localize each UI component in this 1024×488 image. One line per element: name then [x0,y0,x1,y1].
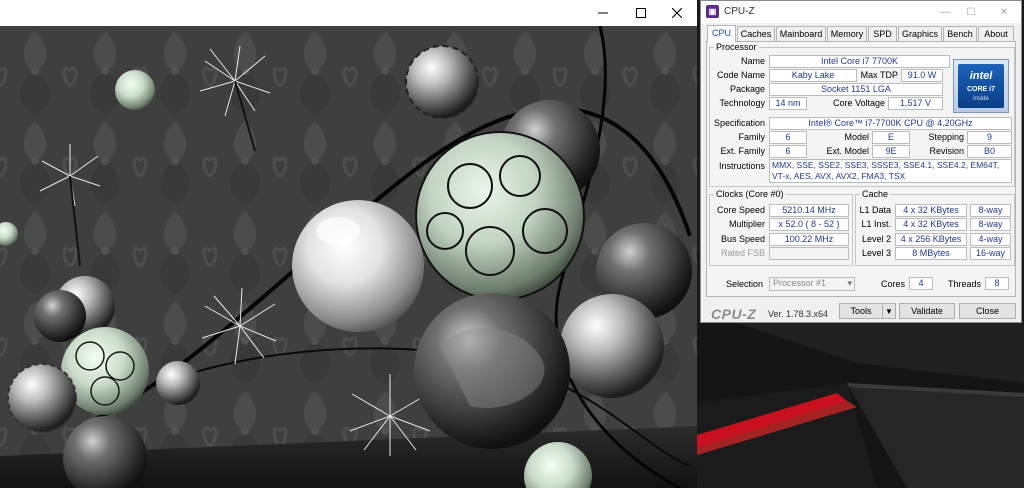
3d-render-viewport [0,26,697,488]
level2-value: 4 x 256 KBytes [895,233,967,246]
threads-value: 8 [985,277,1009,290]
badge-line1: CORE i7 [966,86,995,93]
instructions-label: Instructions [718,161,765,171]
corespeed-label: Core Speed [716,205,765,215]
l1inst-label: L1 Inst. [861,219,891,229]
cpuz-app-icon: ▣ [706,5,719,18]
codename-value: Kaby Lake [769,69,857,82]
l1inst-value: 4 x 32 KBytes [895,218,967,231]
desktop-wallpaper [697,323,1024,488]
validate-button[interactable]: Validate [899,303,955,319]
maxtdp-label: Max TDP [860,70,898,80]
package-value: Socket 1151 LGA [769,83,943,96]
cpuz-window-title: CPU-Z [724,6,755,17]
badge-brand: intel [969,70,993,82]
tab-about[interactable]: About [978,26,1014,41]
version-text: Ver. 1.78.3.x64 [768,309,829,319]
extmodel-value: 9E [872,145,910,158]
minimize-icon[interactable]: — [933,4,957,20]
processor-select[interactable]: Processor #1 ▾ [769,277,855,291]
package-label: Package [729,84,765,94]
close-icon[interactable]: ✕ [992,4,1016,20]
tab-cpu[interactable]: CPU [707,25,736,42]
technology-label: Technology [719,98,765,108]
corevoltage-label: Core Voltage [832,98,885,108]
close-icon[interactable] [660,0,694,26]
extmodel-label: Ext. Model [826,146,869,156]
maxtdp-value: 91.0 W [901,69,943,82]
tab-mainboard[interactable]: Mainboard [776,26,826,41]
model-label: Model [844,132,869,142]
chevron-down-icon: ▾ [847,278,852,288]
cache-legend: Cache [862,189,889,199]
stepping-value: 9 [967,131,1012,144]
tab-memory[interactable]: Memory [827,26,867,41]
intel-logo-icon: intel CORE i7 inside [958,64,1004,108]
name-label: Name [740,56,765,66]
family-value: 6 [769,131,807,144]
cpuz-titlebar: ▣ CPU-Z — ☐ ✕ [701,1,1021,23]
level2-label: Level 2 [861,234,891,244]
instructions-value: MMX, SSE, SSE2, SSE3, SSSE3, SSE4.1, SSE… [769,159,1012,183]
l1data-way: 8-way [970,204,1011,217]
extfamily-label: Ext. Family [720,146,765,156]
name-value: Intel Core i7 7700K [769,55,950,68]
codename-label: Code Name [716,70,765,80]
ratedfsb-label: Rated FSB [720,248,765,258]
wallpaper-art [697,323,1024,488]
maximize-icon[interactable] [624,0,658,26]
close-button[interactable]: Close [959,303,1016,319]
multiplier-value: x 52.0 ( 8 - 52 ) [769,218,849,231]
corespeed-value: 5210.14 MHz [769,204,849,217]
processor-select-value: Processor #1 [773,278,827,288]
corevoltage-value: 1.517 V [888,97,943,110]
cores-value: 4 [909,277,933,290]
multiplier-label: Multiplier [728,219,765,229]
l1data-label: L1 Data [859,205,891,215]
level3-value: 8 MBytes [895,247,967,260]
stepping-label: Stepping [928,132,964,142]
technology-value: 14 nm [769,97,807,110]
minimize-icon[interactable] [586,0,620,26]
extfamily-value: 6 [769,145,807,158]
specification-label: Specification [713,118,765,128]
busspeed-label: Bus Speed [720,234,765,244]
render-window [0,0,697,488]
l1data-value: 4 x 32 KBytes [895,204,967,217]
intel-core-i7-badge: intel CORE i7 inside [953,59,1009,113]
l1inst-way: 8-way [970,218,1011,231]
cores-label: Cores [880,279,905,289]
processor-legend: Processor [716,42,757,52]
specification-value: Intel® Core™ i7-7700K CPU @ 4.20GHz [769,117,1012,130]
cpuz-footer-logo: CPU-Z [711,306,757,322]
render-window-titlebar [0,0,697,27]
cpuz-window: ▣ CPU-Z — ☐ ✕ CPU Caches Mainboard Memor… [700,0,1022,323]
revision-value: B0 [967,145,1012,158]
tab-graphics[interactable]: Graphics [898,26,942,41]
badge-line2: inside [973,96,989,102]
model-value: E [872,131,910,144]
level3-way: 16-way [970,247,1011,260]
ratedfsb-value [769,247,849,260]
tab-bench[interactable]: Bench [943,26,977,41]
chevron-down-icon: ▼ [885,307,893,316]
family-label: Family [738,132,766,142]
busspeed-value: 100.22 MHz [769,233,849,246]
selection-label: Selection [725,279,763,289]
tab-spd[interactable]: SPD [868,26,897,41]
tools-button[interactable]: Tools [839,303,883,319]
clocks-legend: Clocks (Core #0) [716,189,784,199]
level3-label: Level 3 [861,248,891,258]
tools-dropdown-button[interactable]: ▼ [882,303,896,319]
revision-label: Revision [929,146,964,156]
tab-caches[interactable]: Caches [737,26,775,41]
level2-way: 4-way [970,233,1011,246]
threads-label: Threads [947,279,981,289]
maximize-icon[interactable]: ☐ [959,4,983,20]
